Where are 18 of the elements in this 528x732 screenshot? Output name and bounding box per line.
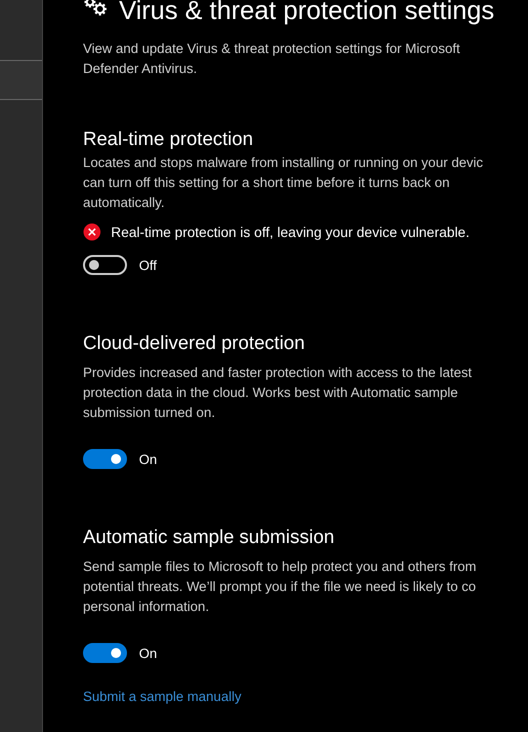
error-icon [83, 223, 101, 241]
section-heading: Real-time protection [83, 129, 254, 151]
section-description: Provides increased and faster protection with access to the latest protection data in the cloud. Works best with Automatic sample submission turned on. [83, 364, 473, 422]
section-heading: Automatic sample submission [83, 527, 336, 549]
toggle-switch[interactable] [83, 643, 127, 663]
toggle-label: On [139, 646, 158, 660]
warning-message: Real-time protection is off, leaving your device vulnerable. [111, 224, 470, 240]
submit-sample-link[interactable]: Submit a sample manually [83, 689, 242, 704]
section-description: Send sample files to Microsoft to help protect you and others from potential threats. We’ll prompt you if the file we need is likely to co personal information. [83, 558, 478, 616]
toggle-label: On [139, 452, 158, 466]
section-description: Locates and stops malware from installing or running on your devic can turn off this setting for a short time before it turns back on automatically. [83, 154, 484, 212]
page-title: Virus & threat protection settings [119, 0, 494, 26]
toggle-switch[interactable] [83, 449, 127, 469]
settings-icon [83, 0, 109, 18]
toggle-label: Off [139, 258, 157, 272]
page-description: View and update Virus & threat protection settings for Microsoft Defender Antivirus. [83, 40, 461, 78]
toggle-switch[interactable] [83, 255, 127, 275]
section-heading: Cloud-delivered protection [83, 333, 306, 355]
